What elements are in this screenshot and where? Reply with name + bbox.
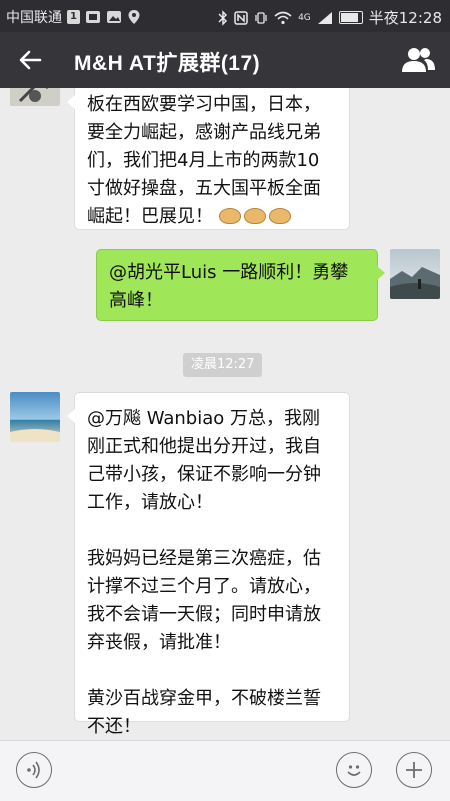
- back-arrow-icon[interactable]: [16, 45, 46, 75]
- group-members-icon[interactable]: [400, 45, 436, 75]
- sender-avatar[interactable]: [10, 392, 60, 442]
- dumpling-emoji-icon: [218, 208, 241, 224]
- message-text: 板在西欧要学习中国，日本，要全力崛起，感谢产品线兄弟们，我们把4月上市的两款10…: [87, 94, 321, 227]
- dumpling-emoji-icon: [268, 208, 291, 224]
- battery-icon: [338, 11, 363, 24]
- dumpling-emoji-icon: [243, 208, 266, 224]
- message-paragraph: @万飚 Wanbiao 万总，我刚刚正式和他提出分开过，我自己带小孩，保证不影响…: [87, 408, 321, 513]
- message-text: @胡光平Luis 一路顺利！勇攀高峰！: [109, 262, 349, 311]
- voice-icon: [27, 761, 40, 779]
- location-icon: [128, 10, 140, 24]
- message-paragraph: 黄沙百战穿金甲，不破楼兰誓不还！: [87, 688, 321, 737]
- message-bubble-outgoing[interactable]: @胡光平Luis 一路顺利！勇攀高峰！: [96, 249, 385, 321]
- status-bar: 中国联通 1 4G 半夜12:28: [0, 0, 450, 32]
- sender-avatar[interactable]: [10, 88, 60, 106]
- voice-button[interactable]: [16, 752, 52, 788]
- image-icon: [106, 11, 121, 23]
- message-bubble-incoming[interactable]: 板在西欧要学习中国，日本，要全力崛起，感谢产品线兄弟们，我们把4月上市的两款10…: [67, 88, 350, 230]
- chat-title: M&H AT扩展群(17): [74, 52, 261, 75]
- chat-header: M&H AT扩展群(17): [0, 32, 450, 88]
- emoji-icon: [347, 765, 361, 776]
- signal-badge: 1: [67, 10, 80, 24]
- cell-signal-icon: [317, 11, 332, 24]
- network-badge: 4G: [298, 12, 311, 23]
- more-button[interactable]: [396, 752, 432, 788]
- nfc-icon: [234, 10, 248, 25]
- carrier-label: 中国联通: [6, 10, 62, 26]
- plus-icon: [406, 762, 422, 778]
- wifi-icon: [274, 11, 292, 24]
- message-timestamp: 凌晨12:27: [183, 353, 263, 377]
- input-bar: [0, 740, 450, 801]
- status-time: 半夜12:28: [368, 9, 442, 27]
- message-bubble-incoming[interactable]: @万飚 Wanbiao 万总，我刚刚正式和他提出分开过，我自己带小孩，保证不影响…: [67, 392, 350, 737]
- own-avatar[interactable]: [390, 249, 440, 299]
- bluetooth-icon: [218, 9, 228, 26]
- message-paragraph: 我妈妈已经是第三次癌症，估计撑不过三个月了。请放心，我不会请一天假；同时申请放弃…: [87, 548, 321, 653]
- emoji-button[interactable]: [336, 752, 372, 788]
- message-list[interactable]: 板在西欧要学习中国，日本，要全力崛起，感谢产品线兄弟们，我们把4月上市的两款10…: [0, 88, 450, 740]
- vibrate-icon: [255, 11, 267, 24]
- notification-icon: [85, 11, 100, 23]
